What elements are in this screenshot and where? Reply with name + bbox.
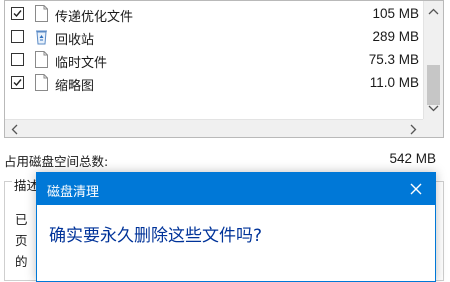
file-name: 临时文件 bbox=[55, 56, 108, 71]
dialog-title: 磁盘清理 bbox=[47, 185, 100, 200]
recycle-bin-icon bbox=[36, 30, 47, 45]
file-name: 回收站 bbox=[55, 33, 95, 48]
description-line: 已 bbox=[15, 212, 28, 227]
list-item[interactable]: 回收站 289 MB bbox=[5, 26, 425, 49]
file-size: 289 MB bbox=[372, 29, 419, 44]
checkbox[interactable] bbox=[11, 7, 24, 20]
list-item[interactable]: 缩略图 11.0 MB bbox=[5, 72, 425, 95]
checkbox[interactable] bbox=[11, 53, 24, 66]
blank-file-icon bbox=[35, 74, 48, 91]
horizontal-scrollbar[interactable] bbox=[5, 119, 423, 137]
vertical-scrollbar[interactable] bbox=[423, 1, 443, 119]
checkbox[interactable] bbox=[11, 30, 24, 43]
blank-file-icon bbox=[35, 51, 48, 68]
dialog-titlebar[interactable]: 磁盘清理 bbox=[37, 173, 435, 205]
file-size: 105 MB bbox=[372, 6, 419, 21]
chevron-down-icon[interactable] bbox=[428, 105, 439, 112]
list-item[interactable]: 传递优化文件 105 MB bbox=[5, 3, 425, 26]
dialog-message: 确实要永久删除这些文件吗? bbox=[49, 226, 263, 246]
chevron-right-icon[interactable] bbox=[410, 124, 417, 135]
description-line: 页 bbox=[15, 233, 28, 248]
chevron-up-icon[interactable] bbox=[428, 8, 439, 15]
scrollbar-corner bbox=[423, 119, 443, 137]
close-icon[interactable] bbox=[405, 178, 427, 200]
scrollbar-thumb[interactable] bbox=[427, 65, 440, 105]
file-name: 传递优化文件 bbox=[55, 10, 134, 25]
list-item[interactable]: 临时文件 75.3 MB bbox=[5, 49, 425, 72]
checkbox[interactable] bbox=[11, 76, 24, 89]
chevron-left-icon[interactable] bbox=[11, 124, 18, 135]
description-line: 的 bbox=[15, 254, 28, 269]
total-space-label: 占用磁盘空间总数: bbox=[4, 154, 109, 169]
total-space-value: 542 MB bbox=[389, 151, 436, 166]
confirm-dialog: 磁盘清理 确实要永久删除这些文件吗? bbox=[36, 172, 436, 282]
file-size: 75.3 MB bbox=[368, 52, 419, 67]
file-size: 11.0 MB bbox=[369, 75, 419, 90]
file-list: 传递优化文件 105 MB 回收站 289 MB 临时文件 75.3 MB 缩略… bbox=[4, 0, 444, 138]
file-name: 缩略图 bbox=[55, 79, 95, 94]
blank-file-icon bbox=[35, 5, 48, 22]
